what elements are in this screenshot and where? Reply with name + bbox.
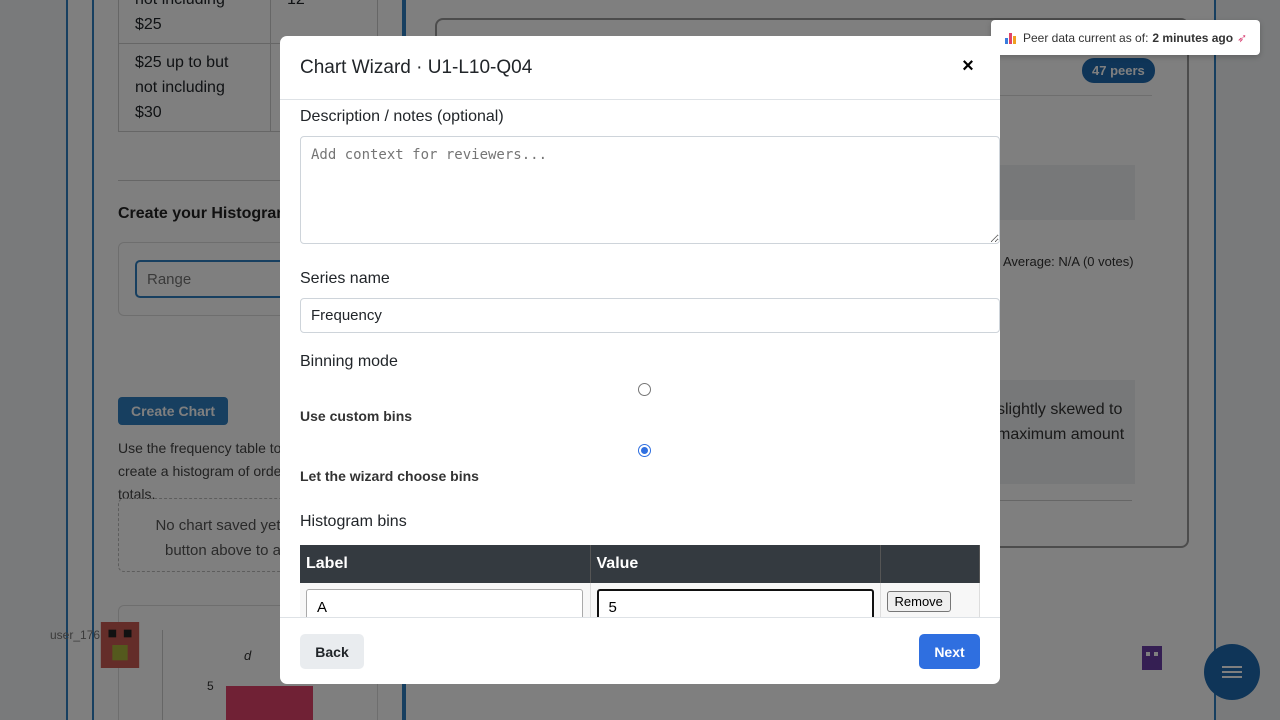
bin-label-input[interactable] <box>306 589 583 617</box>
rocket-icon: ➶ <box>1237 30 1248 45</box>
column-header-actions <box>880 545 980 583</box>
peer-data-toast: Peer data current as of: 2 minutes ago ➶ <box>991 20 1260 55</box>
bar-chart-icon <box>1005 32 1017 44</box>
modal-body[interactable]: Description / notes (optional) Series na… <box>280 100 1000 617</box>
column-header-value: Value <box>590 545 881 583</box>
bin-label-cell <box>300 583 591 617</box>
binning-mode-label: Binning mode <box>300 353 398 370</box>
description-label: Description / notes (optional) <box>300 108 504 125</box>
bins-table: Label Value Remove <box>300 545 980 617</box>
table-header-row: Label Value <box>300 545 980 583</box>
description-textarea[interactable] <box>300 136 1000 244</box>
toast-prefix: Peer data current as of: <box>1023 30 1149 45</box>
modal-footer: Back Next <box>280 617 1000 684</box>
chart-wizard-modal: Chart Wizard · U1-L10-Q04 × Description … <box>280 36 1000 684</box>
table-row: Remove <box>300 583 980 617</box>
modal-header: Chart Wizard · U1-L10-Q04 × <box>280 36 1000 100</box>
modal-title: Chart Wizard · U1-L10-Q04 <box>300 57 533 78</box>
bin-actions-cell: Remove <box>880 583 980 617</box>
close-icon[interactable]: × <box>958 55 978 79</box>
column-header-label: Label <box>300 545 591 583</box>
remove-bin-button[interactable]: Remove <box>886 591 951 612</box>
custom-bins-radio[interactable] <box>638 383 651 396</box>
auto-bins-label: Let the wizard choose bins <box>300 468 479 484</box>
series-name-label: Series name <box>300 270 390 287</box>
toast-time: 2 minutes ago <box>1152 30 1234 45</box>
bin-value-input[interactable] <box>596 589 874 617</box>
auto-bins-radio[interactable] <box>638 444 651 457</box>
series-name-input[interactable] <box>300 298 1000 333</box>
next-button[interactable]: Next <box>919 634 980 669</box>
back-button[interactable]: Back <box>300 634 364 669</box>
custom-bins-label: Use custom bins <box>300 408 413 424</box>
bin-value-cell <box>590 583 881 617</box>
histogram-bins-label: Histogram bins <box>300 513 407 530</box>
